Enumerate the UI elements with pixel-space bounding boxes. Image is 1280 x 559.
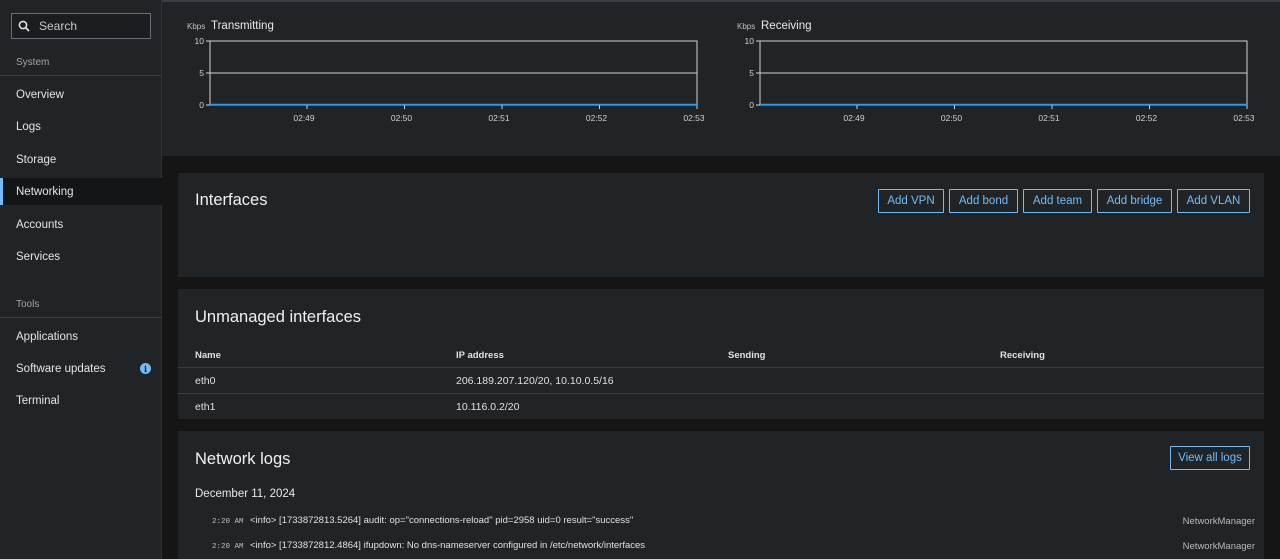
x-tick-label: 02:53 <box>1233 113 1254 123</box>
log-time: 2:20 AM <box>212 543 244 551</box>
main-content: Kbps Transmitting 10 5 0 02:49 02:50 02:51 02:52… <box>162 0 1280 559</box>
x-tick-label: 02:50 <box>941 113 963 123</box>
nav-item-label: Overview <box>16 88 64 101</box>
traffic-charts-panel: Kbps Transmitting 10 5 0 02:49 02:50 02:51 02:52… <box>162 2 1280 156</box>
network-logs-title: Network logs <box>195 450 291 468</box>
nav-item-networking[interactable]: Networking <box>0 178 162 205</box>
network-logs-card: Network logs View all logs December 11, … <box>178 431 1264 559</box>
divider <box>178 367 1264 368</box>
divider <box>178 393 1264 394</box>
x-tick-label: 02:49 <box>293 113 315 123</box>
interfaces-card: Interfaces Add VPN Add bond Add team Add… <box>178 173 1264 277</box>
group-label-system: System <box>16 57 50 68</box>
search-icon <box>18 20 30 32</box>
cell-ip: 206.189.207.120/20, 10.10.0.5/16 <box>456 375 614 387</box>
nav-item-overview[interactable]: Overview <box>0 81 162 108</box>
receiving-chart: Kbps Receiving 10 5 0 02:49 02:50 02:51 02:52 02:… <box>734 2 1255 135</box>
unmanaged-interfaces-card: Unmanaged interfaces Name IP address Sen… <box>178 289 1264 419</box>
interfaces-title: Interfaces <box>195 191 268 209</box>
nav-item-label: Accounts <box>16 218 64 231</box>
log-message: <info> [1733872812.4864] ifupdown: No dn… <box>250 540 646 551</box>
column-header-sending: Sending <box>728 350 766 361</box>
x-tick-label: 02:52 <box>586 113 608 123</box>
sidebar: Search System Overview Logs Storage Netw… <box>0 0 162 559</box>
chart-svg: Kbps Receiving 10 5 0 02:49 02:50 02:51 02:52 02:… <box>737 20 1255 123</box>
y-tick-label: 10 <box>195 36 205 46</box>
x-tick-label: 02:51 <box>1038 113 1060 123</box>
nav-item-label: Networking <box>16 185 74 198</box>
x-tick-label: 02:50 <box>391 113 413 123</box>
log-message: <info> [1733872813.5264] audit: op="conn… <box>250 515 634 526</box>
chart-title: Receiving <box>761 20 812 32</box>
cockpit-app: Search System Overview Logs Storage Netw… <box>0 0 1280 559</box>
add-team-button[interactable]: Add team <box>1023 189 1092 213</box>
nav-item-label: Storage <box>16 153 57 166</box>
add-bridge-button[interactable]: Add bridge <box>1097 189 1172 213</box>
nav-item-accounts[interactable]: Accounts <box>0 211 162 238</box>
y-tick-label: 5 <box>199 68 204 78</box>
nav-item-applications[interactable]: Applications <box>0 323 162 350</box>
x-tick-label: 02:51 <box>488 113 510 123</box>
nav-item-terminal[interactable]: Terminal <box>0 387 162 414</box>
divider <box>0 317 162 318</box>
search-placeholder: Search <box>39 19 78 33</box>
nav-item-services[interactable]: Services <box>0 243 162 270</box>
chart-svg: Kbps Transmitting 10 5 0 02:49 02:50 02:51 02:52… <box>187 20 705 123</box>
nav-item-logs[interactable]: Logs <box>0 113 162 140</box>
unmanaged-title: Unmanaged interfaces <box>195 308 362 326</box>
nav-item-label: Services <box>16 250 61 263</box>
cell-ip: 10.116.0.2/20 <box>456 401 520 413</box>
cell-name: eth0 <box>195 375 216 387</box>
divider <box>0 75 162 76</box>
nav-item-label: Terminal <box>16 394 60 407</box>
add-vpn-button[interactable]: Add VPN <box>878 189 944 213</box>
chart-unit-label: Kbps <box>187 22 205 31</box>
column-header-receiving: Receiving <box>1000 350 1045 361</box>
nav-item-storage[interactable]: Storage <box>0 146 162 173</box>
log-source: NetworkManager <box>1182 541 1255 552</box>
y-tick-label: 0 <box>749 100 754 110</box>
nav-item-label: Applications <box>16 330 79 343</box>
x-tick-label: 02:53 <box>683 113 704 123</box>
add-bond-button[interactable]: Add bond <box>949 189 1018 213</box>
chart-title: Transmitting <box>211 20 274 32</box>
log-time: 2:20 AM <box>212 518 244 526</box>
cell-name: eth1 <box>195 401 216 413</box>
column-header-name: Name <box>195 350 221 361</box>
chart-unit-label: Kbps <box>737 22 755 31</box>
search-input[interactable]: Search <box>11 13 151 39</box>
group-label-tools: Tools <box>16 299 40 310</box>
y-tick-label: 10 <box>745 36 755 46</box>
transmitting-chart: Kbps Transmitting 10 5 0 02:49 02:50 02:51 02:52… <box>184 2 705 135</box>
nav-item-label: Logs <box>16 120 41 133</box>
log-date-heading: December 11, 2024 <box>195 488 296 500</box>
y-tick-label: 0 <box>199 100 204 110</box>
x-tick-label: 02:49 <box>843 113 865 123</box>
nav-item-label: Software updates <box>16 362 106 375</box>
y-tick-label: 5 <box>749 68 754 78</box>
add-vlan-button[interactable]: Add VLAN <box>1177 189 1250 213</box>
log-source: NetworkManager <box>1182 516 1255 527</box>
x-tick-label: 02:52 <box>1136 113 1158 123</box>
column-header-ip: IP address <box>456 350 504 361</box>
view-all-logs-button[interactable]: View all logs <box>1170 446 1250 470</box>
info-icon: i <box>140 363 151 374</box>
nav-item-software-updates[interactable]: Software updates i <box>0 355 162 382</box>
